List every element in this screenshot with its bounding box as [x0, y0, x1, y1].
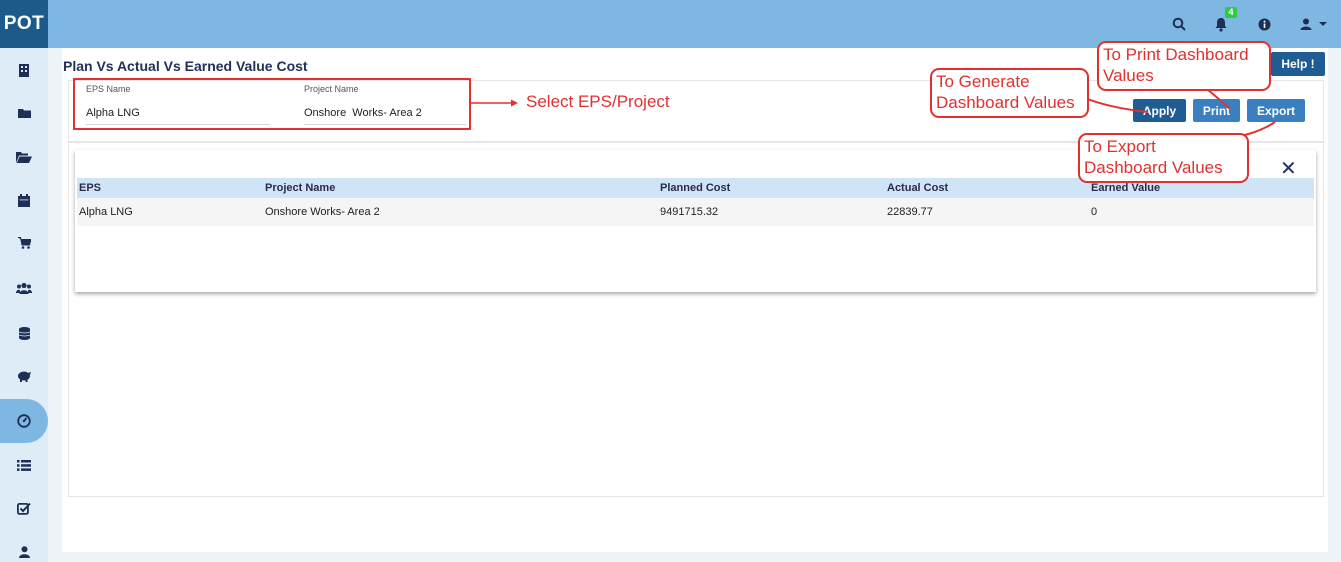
- annotation-export-line2: Dashboard Values: [1084, 158, 1223, 177]
- annotation-apply-line2: Dashboard Values: [936, 93, 1075, 112]
- annotation-print-line1: To Print Dashboard: [1103, 45, 1249, 64]
- annotation-apply-line1: To Generate: [936, 72, 1030, 91]
- annotation-export: To Export Dashboard Values: [1078, 133, 1249, 183]
- annotation-print-line2: Values: [1103, 66, 1154, 85]
- annotation-select-eps: Select EPS/Project: [526, 92, 670, 111]
- annotation-print: To Print Dashboard Values: [1097, 41, 1271, 91]
- annotation-export-line1: To Export: [1084, 137, 1156, 156]
- annotation-apply: To Generate Dashboard Values: [930, 68, 1089, 118]
- eps-project-highlight: [73, 78, 471, 130]
